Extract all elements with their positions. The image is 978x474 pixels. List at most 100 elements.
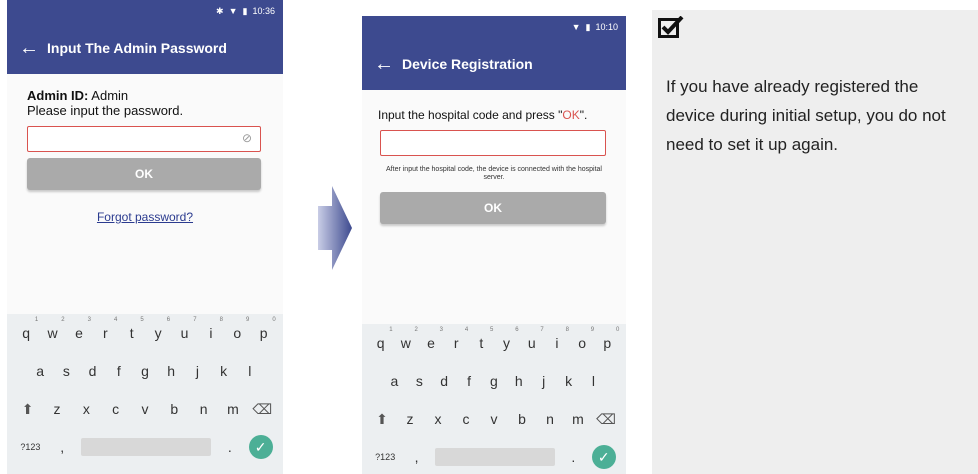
key-hint: 9: [590, 327, 595, 333]
key[interactable]: 4r: [446, 327, 468, 351]
key[interactable]: j: [187, 363, 207, 379]
key[interactable]: b: [512, 411, 532, 427]
key[interactable]: k: [559, 373, 579, 389]
comma-key[interactable]: ,: [52, 439, 72, 455]
hospital-code-instruction: Input the hospital code and press "OK".: [378, 108, 587, 122]
space-bar[interactable]: [80, 438, 211, 456]
key[interactable]: z: [47, 401, 67, 417]
key[interactable]: m: [568, 411, 588, 427]
key[interactable]: a: [384, 373, 404, 389]
admin-info: Admin ID: Admin Please input the passwor…: [27, 88, 183, 118]
device-registration-screen: ▼ ▮ 10:10 ← Device Registration Input th…: [362, 16, 626, 474]
key[interactable]: n: [540, 411, 560, 427]
key-label: y: [503, 335, 511, 351]
key[interactable]: 8i: [547, 327, 569, 351]
key[interactable]: 1q: [371, 327, 393, 351]
symbols-key[interactable]: ?123: [17, 442, 43, 452]
shift-icon[interactable]: ⬆: [372, 411, 392, 428]
backspace-icon[interactable]: ⌫: [596, 411, 616, 428]
comma-key[interactable]: ,: [407, 449, 427, 465]
key[interactable]: 0p: [254, 317, 276, 341]
key[interactable]: 9o: [572, 327, 594, 351]
key[interactable]: v: [135, 401, 155, 417]
key[interactable]: 7u: [175, 317, 197, 341]
key-hint: 2: [61, 317, 65, 323]
key[interactable]: k: [214, 363, 234, 379]
key[interactable]: n: [194, 401, 214, 417]
hospital-code-input[interactable]: [380, 130, 606, 156]
instruction-suffix: ".: [579, 108, 588, 122]
key-hint: 7: [193, 317, 197, 323]
status-bar: ▼ ▮ 10:10: [362, 16, 626, 38]
key[interactable]: 1q: [16, 317, 38, 341]
admin-password-screen: ✱ ▼ ▮ 10:36 ← Input The Admin Password A…: [7, 0, 283, 474]
key[interactable]: f: [109, 363, 129, 379]
soft-keyboard: 1q 2w 3e 4r 5t 6y 7u 8i 9o 0p a s d f g …: [362, 324, 626, 474]
key[interactable]: 0p: [597, 327, 619, 351]
key[interactable]: 4r: [95, 317, 117, 341]
key[interactable]: x: [76, 401, 96, 417]
done-check-icon[interactable]: ✓: [248, 435, 273, 459]
key[interactable]: l: [583, 373, 603, 389]
page-title: Device Registration: [402, 56, 533, 72]
key[interactable]: 8i: [201, 317, 223, 341]
key-label: q: [376, 335, 385, 351]
key[interactable]: x: [428, 411, 448, 427]
key[interactable]: 3e: [69, 317, 91, 341]
instruction-ok: OK: [562, 108, 580, 122]
key[interactable]: j: [534, 373, 554, 389]
key[interactable]: 6y: [497, 327, 519, 351]
eye-hidden-icon[interactable]: ⊘: [242, 131, 252, 145]
keyboard-row-1: 1q 2w 3e 4r 5t 6y 7u 8i 9o 0p: [362, 324, 626, 362]
key[interactable]: c: [106, 401, 126, 417]
key[interactable]: f: [459, 373, 479, 389]
key[interactable]: 2w: [396, 327, 418, 351]
key[interactable]: d: [83, 363, 103, 379]
key[interactable]: b: [164, 401, 184, 417]
key[interactable]: s: [56, 363, 76, 379]
password-input[interactable]: ⊘: [27, 126, 261, 152]
app-bar: ← Input The Admin Password: [7, 22, 283, 74]
key-hint: 9: [245, 317, 250, 323]
key[interactable]: m: [223, 401, 243, 417]
space-bar[interactable]: [434, 448, 555, 466]
ok-button[interactable]: OK: [27, 158, 261, 190]
key-label: t: [479, 335, 484, 351]
forgot-password-link[interactable]: Forgot password?: [7, 210, 283, 224]
key-label: w: [47, 325, 58, 341]
key[interactable]: a: [30, 363, 50, 379]
key[interactable]: 5t: [471, 327, 493, 351]
done-check-icon[interactable]: ✓: [591, 445, 616, 469]
key[interactable]: h: [161, 363, 181, 379]
key[interactable]: 2w: [43, 317, 65, 341]
key-label: w: [400, 335, 411, 351]
key[interactable]: g: [135, 363, 155, 379]
key[interactable]: d: [434, 373, 454, 389]
key-hint: 8: [219, 317, 223, 323]
key[interactable]: g: [484, 373, 504, 389]
back-arrow-icon[interactable]: ←: [374, 53, 402, 76]
backspace-icon[interactable]: ⌫: [252, 401, 272, 418]
key[interactable]: l: [240, 363, 260, 379]
ok-button[interactable]: OK: [380, 192, 606, 224]
key[interactable]: c: [456, 411, 476, 427]
key[interactable]: v: [484, 411, 504, 427]
password-prompt: Please input the password.: [27, 103, 184, 118]
key-hint: 2: [414, 327, 418, 333]
key[interactable]: z: [400, 411, 420, 427]
key-label: r: [103, 325, 108, 341]
back-arrow-icon[interactable]: ←: [19, 37, 47, 60]
key[interactable]: h: [509, 373, 529, 389]
key[interactable]: 6y: [148, 317, 171, 341]
symbols-key[interactable]: ?123: [372, 452, 398, 462]
keyboard-row-4: ?123 , . ✓: [7, 428, 283, 466]
key[interactable]: 3e: [421, 327, 443, 351]
period-key[interactable]: .: [220, 439, 240, 455]
key[interactable]: 5t: [122, 317, 144, 341]
period-key[interactable]: .: [563, 449, 583, 465]
key-label: e: [427, 335, 435, 351]
key[interactable]: 7u: [522, 327, 544, 351]
key[interactable]: s: [409, 373, 429, 389]
key[interactable]: 9o: [227, 317, 249, 341]
shift-icon[interactable]: ⬆: [18, 401, 38, 418]
